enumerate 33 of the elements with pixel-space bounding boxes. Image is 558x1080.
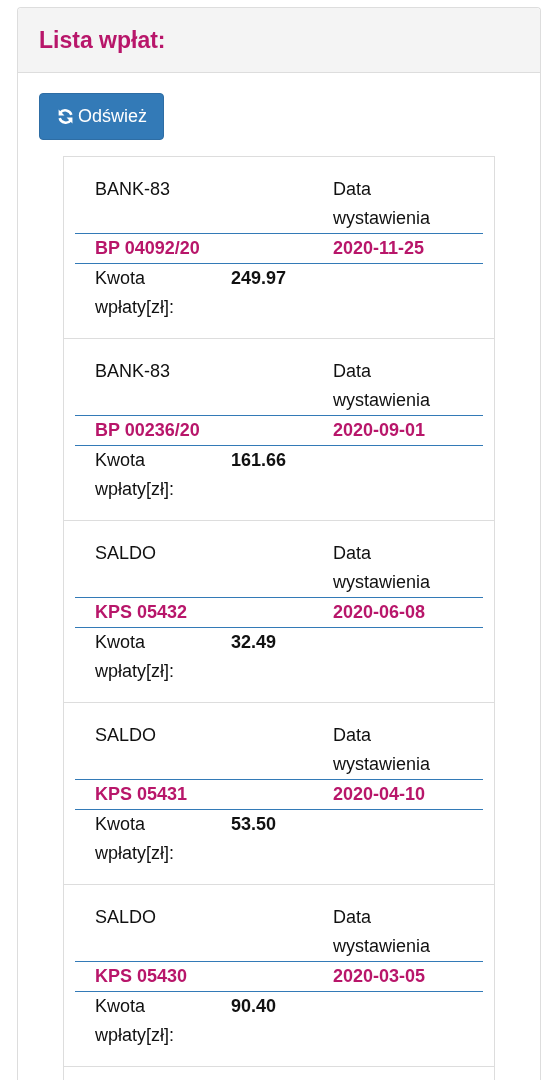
source-label: SALDO: [95, 724, 158, 747]
panel-title: Lista wpłat:: [39, 26, 166, 54]
date-label: Data wystawienia: [333, 906, 432, 958]
amount-label: Kwota wpłaty[zł]:: [95, 267, 176, 319]
amount-value: 90.40: [231, 995, 278, 1018]
document-number: BP 00236/20: [95, 419, 201, 442]
amount-value: 32.49: [231, 631, 278, 654]
amount-value: 161.66: [231, 449, 288, 472]
amount-value: 53.50: [231, 813, 278, 836]
refresh-button[interactable]: Odśwież: [39, 93, 165, 140]
issue-date: 2020-11-25: [333, 237, 426, 260]
date-label: Data wystawienia: [333, 178, 432, 230]
issue-date: 2020-04-10: [333, 783, 427, 806]
issue-date: 2020-09-01: [333, 419, 427, 442]
refresh-icon: [57, 108, 74, 125]
amount-label: Kwota wpłaty[zł]:: [95, 449, 176, 501]
amount-label: Kwota wpłaty[zł]:: [95, 813, 176, 865]
amount-value: 249.97: [231, 267, 288, 290]
source-label: BANK-83: [95, 178, 172, 201]
document-number: KPS 05432: [95, 601, 189, 624]
amount-label: Kwota wpłaty[zł]:: [95, 995, 176, 1047]
source-label: BANK-83: [95, 360, 172, 383]
date-label: Data wystawienia: [333, 542, 432, 594]
issue-date: 2020-06-08: [333, 601, 427, 624]
date-label: Data wystawienia: [333, 724, 432, 776]
document-number: KPS 05430: [95, 965, 189, 988]
document-number: KPS 05431: [95, 783, 189, 806]
issue-date: 2020-03-05: [333, 965, 427, 988]
document-number: BP 04092/20: [95, 237, 201, 260]
date-label: Data wystawienia: [333, 360, 432, 412]
amount-label: Kwota wpłaty[zł]:: [95, 631, 176, 683]
source-label: SALDO: [95, 906, 158, 929]
source-label: SALDO: [95, 542, 158, 565]
